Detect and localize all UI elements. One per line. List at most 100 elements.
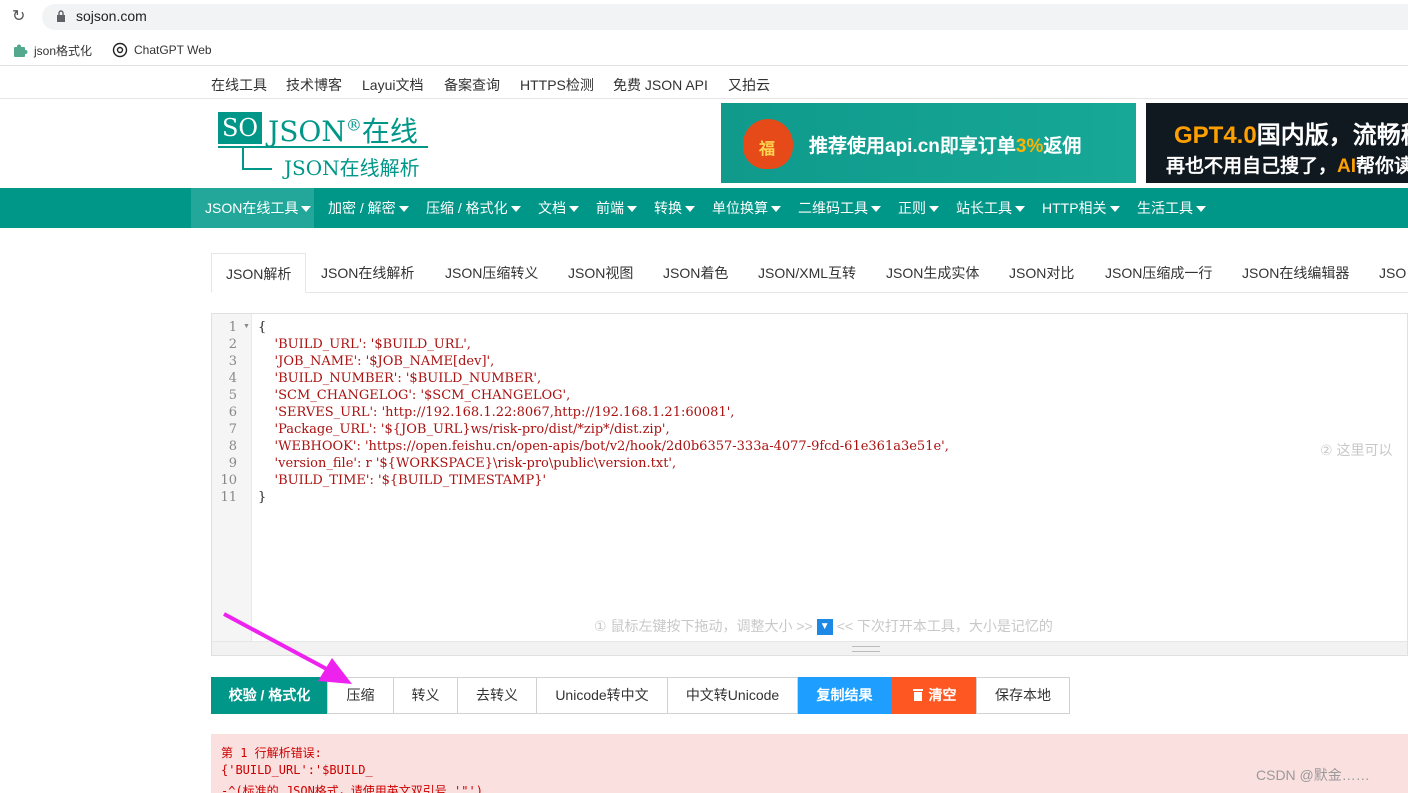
line-number: 5 — [228, 388, 237, 403]
ad-banner-api[interactable]: 福 推荐使用api.cn即享订单3%返佣 — [721, 103, 1136, 183]
error-detail: -^(标准的 JSON格式，请使用英文双引号 '"') — [221, 784, 483, 793]
caret-down-icon — [1196, 206, 1206, 213]
compress-button[interactable]: 压缩 — [327, 677, 394, 714]
chinese-to-unicode-button[interactable]: 中文转Unicode — [667, 677, 798, 714]
code-line: } — [258, 490, 267, 505]
line-number: 1 — [228, 320, 237, 335]
error-title: 第 1 行解析错误: — [221, 746, 322, 760]
tab-json-editor[interactable]: JSON在线编辑器 — [1242, 253, 1349, 293]
tab-json-more[interactable]: JSO — [1379, 253, 1406, 293]
tab-json-online-parse[interactable]: JSON在线解析 — [321, 253, 414, 293]
lock-icon — [57, 10, 65, 22]
toplink-free-json-api[interactable]: 免费 JSON API — [613, 75, 708, 95]
nav-qrcode[interactable]: 二维码工具 — [798, 188, 881, 228]
caret-down-icon — [627, 206, 637, 213]
nav-life-tools[interactable]: 生活工具 — [1137, 188, 1206, 228]
grip-icon — [852, 646, 880, 652]
json-editor[interactable]: 1 ▼ 2 3 4 5 6 7 8 9 10 11 { 'BUILD_URL':… — [211, 313, 1408, 656]
tab-json-color[interactable]: JSON着色 — [663, 253, 728, 293]
tab-json-one-line[interactable]: JSON压缩成一行 — [1105, 253, 1212, 293]
bookmark-label: ChatGPT Web — [134, 43, 212, 57]
bookmark-label: json格式化 — [34, 44, 93, 58]
copy-result-button[interactable]: 复制结果 — [798, 677, 891, 714]
escape-button[interactable]: 转义 — [393, 677, 458, 714]
nav-json-tools[interactable]: JSON在线工具 — [191, 188, 314, 228]
caret-down-icon — [771, 206, 781, 213]
fold-arrow-icon[interactable]: ▼ — [243, 323, 250, 330]
tab-json-view[interactable]: JSON视图 — [568, 253, 633, 293]
line-number: 3 — [228, 354, 237, 369]
line-number: 9 — [228, 456, 237, 471]
nav-frontend[interactable]: 前端 — [596, 188, 637, 228]
caret-down-icon — [1109, 206, 1120, 213]
tab-json-entity[interactable]: JSON生成实体 — [886, 253, 979, 293]
browser-toolbar: ↻ sojson.com — [0, 0, 1408, 34]
nav-compress-format[interactable]: 压缩 / 格式化 — [426, 188, 521, 228]
code-line: { — [258, 320, 267, 335]
nav-encrypt[interactable]: 加密 / 解密 — [328, 188, 409, 228]
line-gutter: 1 ▼ 2 3 4 5 6 7 8 9 10 11 — [212, 314, 252, 641]
line-number: 4 — [228, 371, 237, 386]
puzzle-icon — [14, 44, 28, 57]
code-line: 'WEBHOOK': 'https://open.feishu.cn/open-… — [258, 439, 949, 454]
nav-convert[interactable]: 转换 — [654, 188, 695, 228]
code-line: 'JOB_NAME': '$JOB_NAME[dev]', — [258, 354, 495, 369]
nav-regex[interactable]: 正则 — [898, 188, 939, 228]
validate-format-button[interactable]: 校验 / 格式化 — [211, 677, 328, 714]
tab-json-compress-escape[interactable]: JSON压缩转义 — [445, 253, 538, 293]
site-logo[interactable]: SO JSON®在线 JSON在线解析 — [218, 110, 428, 180]
code-line: 'SCM_CHANGELOG': '$SCM_CHANGELOG', — [258, 388, 571, 403]
bookmark-chatgpt[interactable]: ChatGPT Web — [112, 42, 212, 58]
tab-json-parse[interactable]: JSON解析 — [211, 253, 307, 293]
save-local-button[interactable]: 保存本地 — [976, 677, 1070, 714]
toplink-layui-docs[interactable]: Layui文档 — [362, 75, 423, 95]
toplink-https-check[interactable]: HTTPS检测 — [520, 75, 594, 95]
ad-banner-gpt[interactable]: GPT4.0国内版，流畅稳 再也不用自己搜了，AI帮你读 — [1146, 103, 1408, 183]
nav-webmaster[interactable]: 站长工具 — [956, 188, 1025, 228]
toplink-tech-blog[interactable]: 技术博客 — [286, 75, 342, 95]
ad-headline: GPT4.0国内版，流畅稳 — [1174, 122, 1408, 149]
caret-down-icon — [398, 206, 409, 213]
code-line: 'SERVES_URL': 'http://192.168.1.22:8067,… — [258, 405, 735, 420]
code-line: 'BUILD_NUMBER': '$BUILD_NUMBER', — [258, 371, 542, 386]
code-line: 'BUILD_URL': '$BUILD_URL', — [258, 337, 471, 352]
line-number: 7 — [228, 422, 237, 437]
code-line: 'BUILD_TIME': '${BUILD_TIMESTAMP}' — [258, 473, 547, 488]
tab-json-xml[interactable]: JSON/XML互转 — [758, 253, 856, 293]
caret-down-icon — [685, 206, 695, 213]
logo-arrow-icon — [242, 148, 272, 170]
ad-text: 推荐使用api.cn即享订单3%返佣 — [809, 136, 1082, 157]
toplink-icp-lookup[interactable]: 备案查询 — [444, 75, 500, 95]
line-number: 10 — [220, 473, 237, 488]
tool-tabs: JSON解析 JSON在线解析 JSON压缩转义 JSON视图 JSON着色 J… — [211, 253, 1408, 293]
nav-docs[interactable]: 文档 — [538, 188, 579, 228]
openai-icon — [112, 42, 128, 58]
unicode-to-chinese-button[interactable]: Unicode转中文 — [536, 677, 668, 714]
logo-title: JSON®在线 — [268, 115, 418, 148]
top-links-bar: 在线工具 技术博客 Layui文档 备案查询 HTTPS检测 免费 JSON A… — [0, 68, 1408, 99]
tab-json-compare[interactable]: JSON对比 — [1009, 253, 1074, 293]
down-arrow-icon[interactable]: ▼ — [816, 619, 833, 636]
caret-down-icon — [929, 206, 939, 213]
error-snippet: {'BUILD_URL':'$BUILD_ — [221, 763, 373, 777]
caret-down-icon — [510, 206, 521, 213]
url-text[interactable]: sojson.com — [76, 8, 147, 24]
line-number: 6 — [228, 405, 237, 420]
nav-unit-convert[interactable]: 单位换算 — [712, 188, 781, 228]
unescape-button[interactable]: 去转义 — [457, 677, 537, 714]
bookmark-json-format[interactable]: json格式化 — [12, 42, 92, 59]
toplink-upyun[interactable]: 又拍云 — [728, 75, 770, 95]
side-hint: ② 这里可以 — [1320, 442, 1393, 458]
toplink-online-tools[interactable]: 在线工具 — [211, 75, 267, 95]
clear-button[interactable]: 清空 — [891, 677, 977, 714]
caret-down-icon — [569, 206, 579, 213]
resize-hint: ① 鼠标左键按下拖动，调整大小 >> ▼ << 下次打开本工具，大小是记忆的 — [594, 618, 1053, 636]
address-bar[interactable] — [42, 4, 1408, 30]
reload-icon[interactable]: ↻ — [12, 8, 30, 26]
line-number: 8 — [228, 439, 237, 454]
nav-http[interactable]: HTTP相关 — [1042, 188, 1120, 228]
caret-down-icon — [301, 206, 312, 213]
ad-subline: 再也不用自己搜了，AI帮你读 — [1166, 156, 1408, 177]
lucky-bag-char: 福 — [759, 141, 776, 158]
resize-handle[interactable] — [212, 641, 1407, 655]
